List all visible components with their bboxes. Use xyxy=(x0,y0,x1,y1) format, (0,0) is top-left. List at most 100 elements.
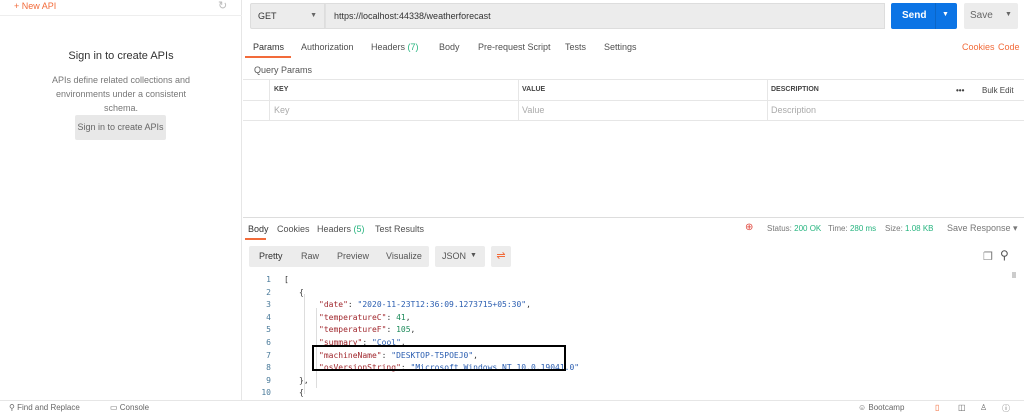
column-key: KEY xyxy=(274,86,289,93)
layout-single-icon[interactable]: ▯ xyxy=(935,403,939,412)
tab-tests[interactable]: Tests xyxy=(565,42,586,52)
save-response-button[interactable]: Save Response ▾ xyxy=(947,223,1018,234)
tab-authorization[interactable]: Authorization xyxy=(301,42,354,52)
tab-response-body[interactable]: Body xyxy=(248,224,269,234)
send-button[interactable]: Send ▼ xyxy=(891,3,957,29)
query-params-title: Query Params xyxy=(254,65,313,75)
line-number: 3 xyxy=(266,300,271,310)
tab-test-results[interactable]: Test Results xyxy=(375,224,424,234)
line-number: 5 xyxy=(266,325,271,335)
wrap-lines-icon[interactable]: ⇌ xyxy=(491,246,511,267)
code-token: { xyxy=(299,388,304,398)
headers-count: (7) xyxy=(407,42,419,52)
status: Status: 200 OK xyxy=(767,224,821,233)
active-tab-indicator xyxy=(245,56,291,58)
line-number: 6 xyxy=(266,338,271,347)
code-token: : xyxy=(386,312,397,322)
tab-settings[interactable]: Settings xyxy=(604,42,637,52)
code-token: 105 xyxy=(396,325,411,335)
view-preview[interactable]: Preview xyxy=(337,251,369,261)
console-button[interactable]: ▭ Console xyxy=(110,403,149,412)
method-select[interactable]: GET ▼ xyxy=(250,3,325,29)
find-label: Find and Replace xyxy=(17,403,80,412)
tab-headers[interactable]: Headers (7) xyxy=(371,42,419,52)
size-label: Size: xyxy=(885,224,903,233)
code-token: 41 xyxy=(396,312,406,322)
view-visualize[interactable]: Visualize xyxy=(386,251,422,261)
tab-prerequest[interactable]: Pre-request Script xyxy=(478,42,551,52)
copy-icon[interactable]: ❐ xyxy=(983,250,993,263)
tab-response-cookies[interactable]: Cookies xyxy=(277,224,310,234)
line-number: 1 xyxy=(266,275,271,284)
tab-body[interactable]: Body xyxy=(439,42,460,52)
code-token: , xyxy=(410,325,416,335)
line-number: 7 xyxy=(266,350,271,360)
bootcamp-label: Bootcamp xyxy=(868,403,905,412)
status-label: Status: xyxy=(767,224,792,233)
globe-icon[interactable]: ⊕ xyxy=(745,222,753,233)
code-token: { xyxy=(299,287,304,297)
send-label: Send xyxy=(902,10,927,21)
code-line: { xyxy=(299,388,304,397)
line-number: 8 xyxy=(266,363,271,373)
url-input[interactable]: https://localhost:44338/weatherforecast xyxy=(325,3,885,29)
column-value: VALUE xyxy=(522,86,546,93)
method-label: GET xyxy=(258,11,277,21)
size: Size: 1.08 KB xyxy=(885,224,934,233)
scrollbar[interactable] xyxy=(1012,272,1016,278)
code-token: , xyxy=(526,300,531,310)
sidebar: + New API ↻ Sign in to create APIs APIs … xyxy=(0,0,242,400)
key-input[interactable]: Key xyxy=(274,105,290,115)
divider xyxy=(243,217,1024,218)
browse-icon[interactable]: ♙ xyxy=(980,403,987,412)
divider xyxy=(0,15,242,16)
code-line: "temperatureF": 105, xyxy=(319,325,415,334)
help-icon[interactable]: ⓘ xyxy=(1002,403,1010,414)
line-number: 4 xyxy=(266,312,271,322)
line-number: 10 xyxy=(261,388,271,398)
console-label: Console xyxy=(119,403,150,412)
time: Time: 280 ms xyxy=(828,224,876,233)
status-value: 200 OK xyxy=(794,224,822,233)
save-label: Save xyxy=(970,10,993,21)
code-line: [ xyxy=(284,275,289,284)
code-token: , xyxy=(405,312,411,322)
save-response-label: Save Response xyxy=(947,223,1011,233)
sign-in-button[interactable]: Sign in to create APIs xyxy=(75,115,166,140)
tab-label: Headers xyxy=(317,224,352,234)
value-input[interactable]: Value xyxy=(522,105,544,115)
format-select[interactable]: JSON ▼ xyxy=(435,246,485,267)
tab-params[interactable]: Params xyxy=(253,42,284,52)
tab-label: Headers xyxy=(371,42,406,52)
chevron-down-icon[interactable]: ▼ xyxy=(1005,11,1012,18)
find-replace-button[interactable]: ⚲ Find and Replace xyxy=(9,403,80,412)
layout-split-icon[interactable]: ◫ xyxy=(958,403,966,412)
sign-in-description: APIs define related collections and envi… xyxy=(51,75,191,113)
code-token: "temperatureF" xyxy=(319,325,387,335)
code-token: "temperatureC" xyxy=(319,312,387,322)
bootcamp-button[interactable]: ☺ Bootcamp xyxy=(858,403,904,412)
line-number: 2 xyxy=(266,287,271,297)
column-description: DESCRIPTION xyxy=(771,86,819,93)
code-token: : xyxy=(347,300,358,310)
response-body-code[interactable]: 1 [2 {3 "date": "2020-11-23T12:36:09.127371… xyxy=(243,272,1019,398)
code-token: : xyxy=(386,325,397,335)
view-pretty[interactable]: Pretty xyxy=(259,251,283,261)
view-raw[interactable]: Raw xyxy=(301,251,319,261)
code-line: { xyxy=(299,288,304,297)
code-token: "2020-11-23T12:36:09.1273715+05:30" xyxy=(357,300,527,310)
active-tab-indicator xyxy=(245,238,266,240)
more-icon[interactable]: ••• xyxy=(956,86,964,95)
highlight-box xyxy=(312,345,566,371)
code-link[interactable]: Code xyxy=(998,42,1020,52)
chevron-down-icon[interactable]: ▼ xyxy=(942,11,949,18)
search-icon[interactable]: ⚲ xyxy=(1000,248,1009,262)
params-table: KEY VALUE DESCRIPTION ••• Bulk Edit Key … xyxy=(243,79,1024,121)
tab-response-headers[interactable]: Headers (5) xyxy=(317,224,365,234)
description-input[interactable]: Description xyxy=(771,105,816,115)
refresh-icon[interactable]: ↻ xyxy=(218,0,227,12)
bulk-edit-link[interactable]: Bulk Edit xyxy=(982,86,1014,95)
save-button[interactable]: Save ▼ xyxy=(964,3,1018,29)
new-api-button[interactable]: + New API xyxy=(14,1,56,12)
cookies-link[interactable]: Cookies xyxy=(962,42,995,52)
